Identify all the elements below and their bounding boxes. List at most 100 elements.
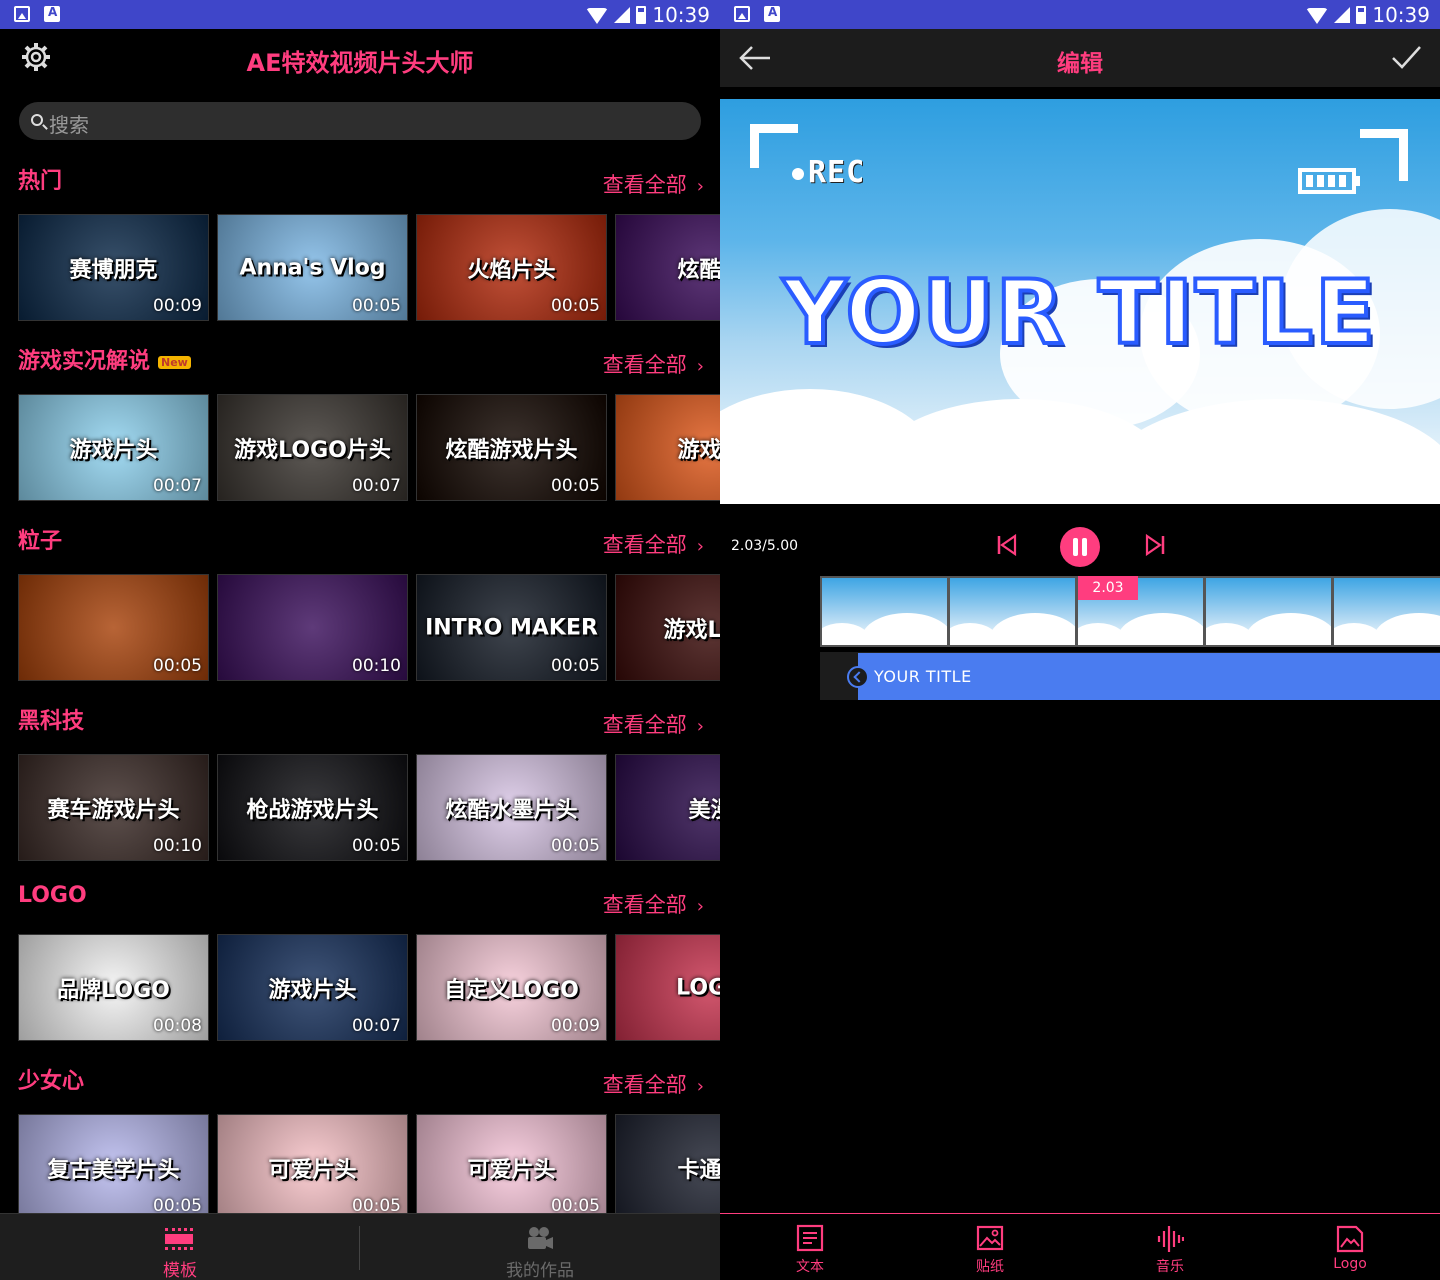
- template-thumbnail[interactable]: 炫酷游戏片头 00:05: [416, 394, 607, 501]
- thumbnail-title: 游戏LOG: [663, 617, 721, 643]
- thumbnail-title: 可爱片头: [467, 1157, 556, 1183]
- see-all-link[interactable]: 查看全部 ›: [603, 169, 704, 199]
- chevron-right-icon: ›: [696, 896, 704, 917]
- thumbnail-row[interactable]: 赛车游戏片头 00:10 枪战游戏片头 00:05 炫酷水墨片头 00:05 美漫: [18, 754, 720, 861]
- template-thumbnail[interactable]: 游戏LOG: [615, 574, 720, 681]
- template-thumbnail[interactable]: Anna's Vlog 00:05: [217, 214, 408, 321]
- preview-title-text[interactable]: YOUR TITLE: [720, 259, 1440, 366]
- filmstrip-frame: [1206, 578, 1331, 645]
- text-track: YOUR TITLE: [820, 652, 1440, 700]
- text-clip-label: YOUR TITLE: [874, 667, 972, 686]
- skip-next-icon[interactable]: [1144, 534, 1166, 556]
- thumbnail-title: LOGO: [676, 975, 720, 1000]
- frame-corner: [1360, 432, 1408, 476]
- see-all-link[interactable]: 查看全部 ›: [603, 889, 704, 919]
- filmstrip-frame: [950, 578, 1075, 645]
- chevron-right-icon: ›: [696, 176, 704, 197]
- thumbnail-title: 炫酷游戏片头: [445, 437, 578, 463]
- nav-logo-label: Logo: [1333, 1256, 1367, 1272]
- template-thumbnail[interactable]: 00:10: [217, 574, 408, 681]
- thumbnail-title: 赛博朋克: [69, 257, 158, 283]
- see-all-label: 查看全部: [602, 1073, 687, 1097]
- clip-trim-handle-icon[interactable]: [847, 666, 869, 688]
- thumbnail-title: Anna's Vlog: [239, 255, 386, 280]
- app-notification-icon: A: [44, 5, 60, 22]
- template-thumbnail[interactable]: 游戏片头 00:07: [18, 394, 209, 501]
- thumbnail-title: 可爱片头: [268, 1157, 357, 1183]
- pause-button[interactable]: [1060, 527, 1100, 567]
- template-thumbnail[interactable]: 美漫: [615, 754, 720, 861]
- section-title-text: 粒子: [18, 529, 63, 554]
- thumbnail-title: 赛车游戏片头: [47, 797, 180, 823]
- template-thumbnail[interactable]: 游戏片头 00:07: [217, 934, 408, 1041]
- text-doc-icon: [796, 1224, 824, 1252]
- text-clip[interactable]: YOUR TITLE: [847, 653, 1440, 700]
- editor-title: 编辑: [1057, 51, 1103, 77]
- thumbnail-row[interactable]: 品牌LOGO 00:08 游戏片头 00:07 自定义LOGO 00:09 LOGO: [18, 934, 720, 1041]
- confirm-check-icon[interactable]: [1390, 41, 1422, 73]
- thumbnail-title: 美漫: [688, 797, 720, 823]
- app-header: AE特效视频片头大师: [0, 29, 720, 89]
- template-section: 游戏实况解说 New 查看全部 › 游戏片头 00:07 游戏LOGO片头 00:07 炫酷游戏…: [0, 343, 720, 523]
- template-thumbnail[interactable]: 炫酷水墨片头 00:05: [416, 754, 607, 861]
- template-thumbnail[interactable]: 品牌LOGO 00:08: [18, 934, 209, 1041]
- see-all-label: 查看全部: [602, 533, 687, 557]
- filmstrip-frame: [1334, 578, 1440, 645]
- music-waveform-icon: [1157, 1226, 1184, 1252]
- template-thumbnail[interactable]: LOGO: [615, 934, 720, 1041]
- template-thumbnail[interactable]: 自定义LOGO 00:09: [416, 934, 607, 1041]
- wifi-icon: [586, 8, 609, 24]
- nav-text[interactable]: 文本: [720, 1214, 900, 1280]
- see-all-label: 查看全部: [602, 173, 687, 197]
- thumbnail-title: 枪战游戏片头: [246, 797, 379, 823]
- chevron-right-icon: ›: [696, 536, 704, 557]
- template-thumbnail[interactable]: 游戏片: [615, 394, 720, 501]
- template-thumbnail[interactable]: 游戏LOGO片头 00:07: [217, 394, 408, 501]
- thumbnail-duration: 00:05: [352, 836, 401, 856]
- nav-templates-label: 模板: [163, 1261, 197, 1280]
- section-title: 黑科技: [18, 703, 84, 735]
- thumbnail-duration: 00:09: [153, 296, 202, 316]
- template-section: 黑科技 查看全部 › 赛车游戏片头 00:10 枪战游戏片头 00:05 炫酷水墨片头 00:0…: [0, 703, 720, 883]
- see-all-link[interactable]: 查看全部 ›: [603, 1069, 704, 1099]
- thumbnail-row[interactable]: 00:05 00:10 INTRO MAKER 00:05 游戏LOG: [18, 574, 720, 681]
- nav-my-works[interactable]: 我的作品: [360, 1214, 720, 1280]
- thumbnail-row[interactable]: 赛博朋克 00:09 Anna's Vlog 00:05 火焰片头 00:05 炫酷片: [18, 214, 720, 321]
- nav-music[interactable]: 音乐: [1080, 1214, 1260, 1280]
- thumbnail-duration: 00:10: [153, 836, 202, 856]
- video-preview[interactable]: REC YOUR TITLE: [720, 99, 1440, 504]
- skip-previous-icon[interactable]: [996, 534, 1018, 556]
- playhead-marker[interactable]: 2.03: [1078, 576, 1138, 600]
- template-thumbnail[interactable]: 火焰片头 00:05: [416, 214, 607, 321]
- nav-logo[interactable]: Logo: [1260, 1214, 1440, 1280]
- template-thumbnail[interactable]: 00:05: [18, 574, 209, 681]
- battery-graphic-icon: [1298, 168, 1360, 194]
- nav-sticker[interactable]: 贴纸: [900, 1214, 1080, 1280]
- see-all-link[interactable]: 查看全部 ›: [603, 709, 704, 739]
- template-thumbnail[interactable]: 枪战游戏片头 00:05: [217, 754, 408, 861]
- thumbnail-title: 游戏片头: [268, 977, 357, 1003]
- see-all-link[interactable]: 查看全部 ›: [603, 349, 704, 379]
- template-thumbnail[interactable]: 可爱片头 00:05: [217, 1114, 408, 1221]
- logo-image-icon: [1336, 1225, 1364, 1253]
- template-thumbnail[interactable]: 卡通片: [615, 1114, 720, 1221]
- thumbnail-title: 炫酷片: [677, 257, 720, 283]
- template-thumbnail[interactable]: 炫酷片: [615, 214, 720, 321]
- see-all-link[interactable]: 查看全部 ›: [603, 529, 704, 559]
- section-title: 热门: [18, 163, 62, 195]
- frame-corner: [756, 432, 804, 476]
- status-time: 10:39: [1372, 3, 1430, 27]
- template-thumbnail[interactable]: INTRO MAKER 00:05: [416, 574, 607, 681]
- nav-templates[interactable]: 模板: [0, 1214, 360, 1280]
- template-thumbnail[interactable]: 赛车游戏片头 00:10: [18, 754, 209, 861]
- see-all-label: 查看全部: [602, 893, 687, 917]
- thumbnail-title: 游戏片头: [69, 437, 158, 463]
- template-thumbnail[interactable]: 复古美学片头 00:05: [18, 1114, 209, 1221]
- search-bar[interactable]: 搜索: [19, 102, 701, 140]
- template-thumbnail[interactable]: 可爱片头 00:05: [416, 1114, 607, 1221]
- nav-text-label: 文本: [796, 1259, 824, 1275]
- thumbnail-duration: 00:05: [153, 656, 202, 676]
- thumbnail-row[interactable]: 游戏片头 00:07 游戏LOGO片头 00:07 炫酷游戏片头 00:05 游戏片: [18, 394, 720, 501]
- thumbnail-row[interactable]: 复古美学片头00:05可爱片头00:05可爱片头00:05卡通片: [18, 1114, 720, 1221]
- template-thumbnail[interactable]: 赛博朋克 00:09: [18, 214, 209, 321]
